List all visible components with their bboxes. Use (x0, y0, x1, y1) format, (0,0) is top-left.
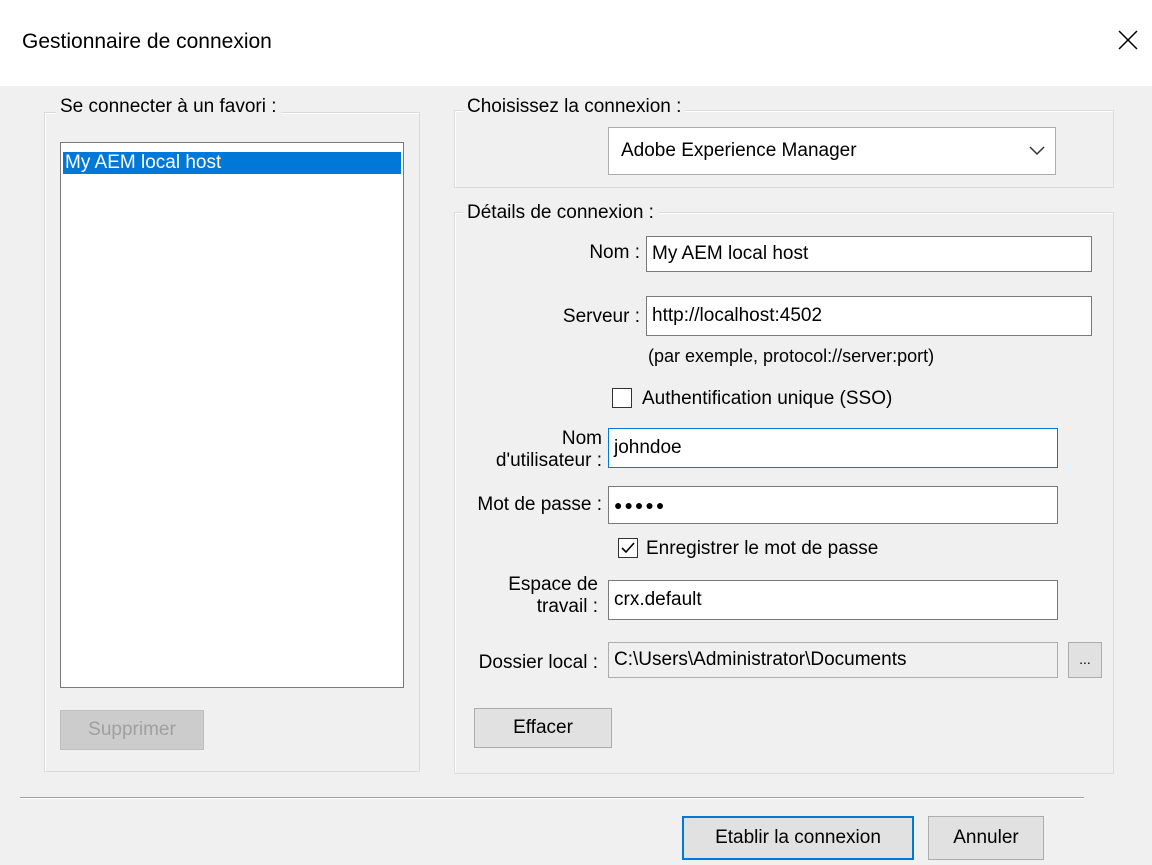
username-label-line2: d'utilisateur : (495, 450, 602, 471)
username-input[interactable]: johndoe (608, 428, 1058, 468)
connect-button-label: Etablir la connexion (715, 827, 881, 848)
connect-button[interactable]: Etablir la connexion (682, 816, 914, 860)
clear-button-label: Effacer (513, 717, 573, 738)
workspace-input[interactable]: crx.default (608, 580, 1058, 620)
cancel-button[interactable]: Annuler (928, 816, 1044, 860)
connection-select[interactable]: Adobe Experience Manager (608, 127, 1056, 175)
close-button[interactable] (1108, 20, 1148, 60)
save-password-label: Enregistrer le mot de passe (646, 538, 879, 559)
workspace-label-line1: Espace de (508, 574, 598, 595)
sso-checkbox[interactable] (612, 388, 632, 408)
server-label: Serveur : (562, 306, 640, 327)
chevron-down-icon (1029, 146, 1045, 156)
cancel-button-label: Annuler (953, 827, 1019, 848)
username-label: Nom d'utilisateur : (460, 428, 602, 472)
connection-group-label: Choisissez la connexion : (463, 96, 686, 118)
delete-button-label: Supprimer (88, 719, 176, 740)
window-title: Gestionnaire de connexion (22, 30, 272, 53)
title-bar: Gestionnaire de connexion (0, 0, 1152, 86)
favorites-list[interactable]: My AEM local host (60, 142, 404, 688)
checkmark-icon (621, 542, 635, 554)
details-group-label: Détails de connexion : (463, 202, 658, 224)
name-input[interactable]: My AEM local host (646, 236, 1092, 272)
name-label: Nom : (589, 242, 640, 263)
close-icon (1118, 30, 1138, 50)
workspace-label-line2: travail : (536, 596, 598, 617)
browse-button[interactable]: ... (1068, 642, 1102, 678)
local-folder-input[interactable]: C:\Users\Administrator\Documents (608, 642, 1058, 678)
server-input[interactable]: http://localhost:4502 (646, 296, 1092, 336)
delete-button[interactable]: Supprimer (60, 710, 204, 750)
server-hint: (par exemple, protocol://server:port) (648, 346, 935, 366)
list-item[interactable]: My AEM local host (63, 152, 401, 174)
workspace-label: Espace de travail : (460, 574, 598, 618)
password-label: Mot de passe : (477, 494, 602, 515)
connection-select-value: Adobe Experience Manager (621, 140, 857, 161)
clear-button[interactable]: Effacer (474, 708, 612, 748)
save-password-checkbox[interactable] (618, 538, 638, 558)
local-folder-label: Dossier local : (478, 652, 598, 673)
sso-label: Authentification unique (SSO) (642, 388, 893, 409)
password-input[interactable]: ●●●●● (608, 486, 1058, 524)
footer-divider-highlight (20, 798, 1084, 799)
browse-button-label: ... (1079, 651, 1091, 667)
username-label-line1: Nom (561, 428, 602, 449)
favorites-group-label: Se connecter à un favori : (56, 96, 281, 118)
